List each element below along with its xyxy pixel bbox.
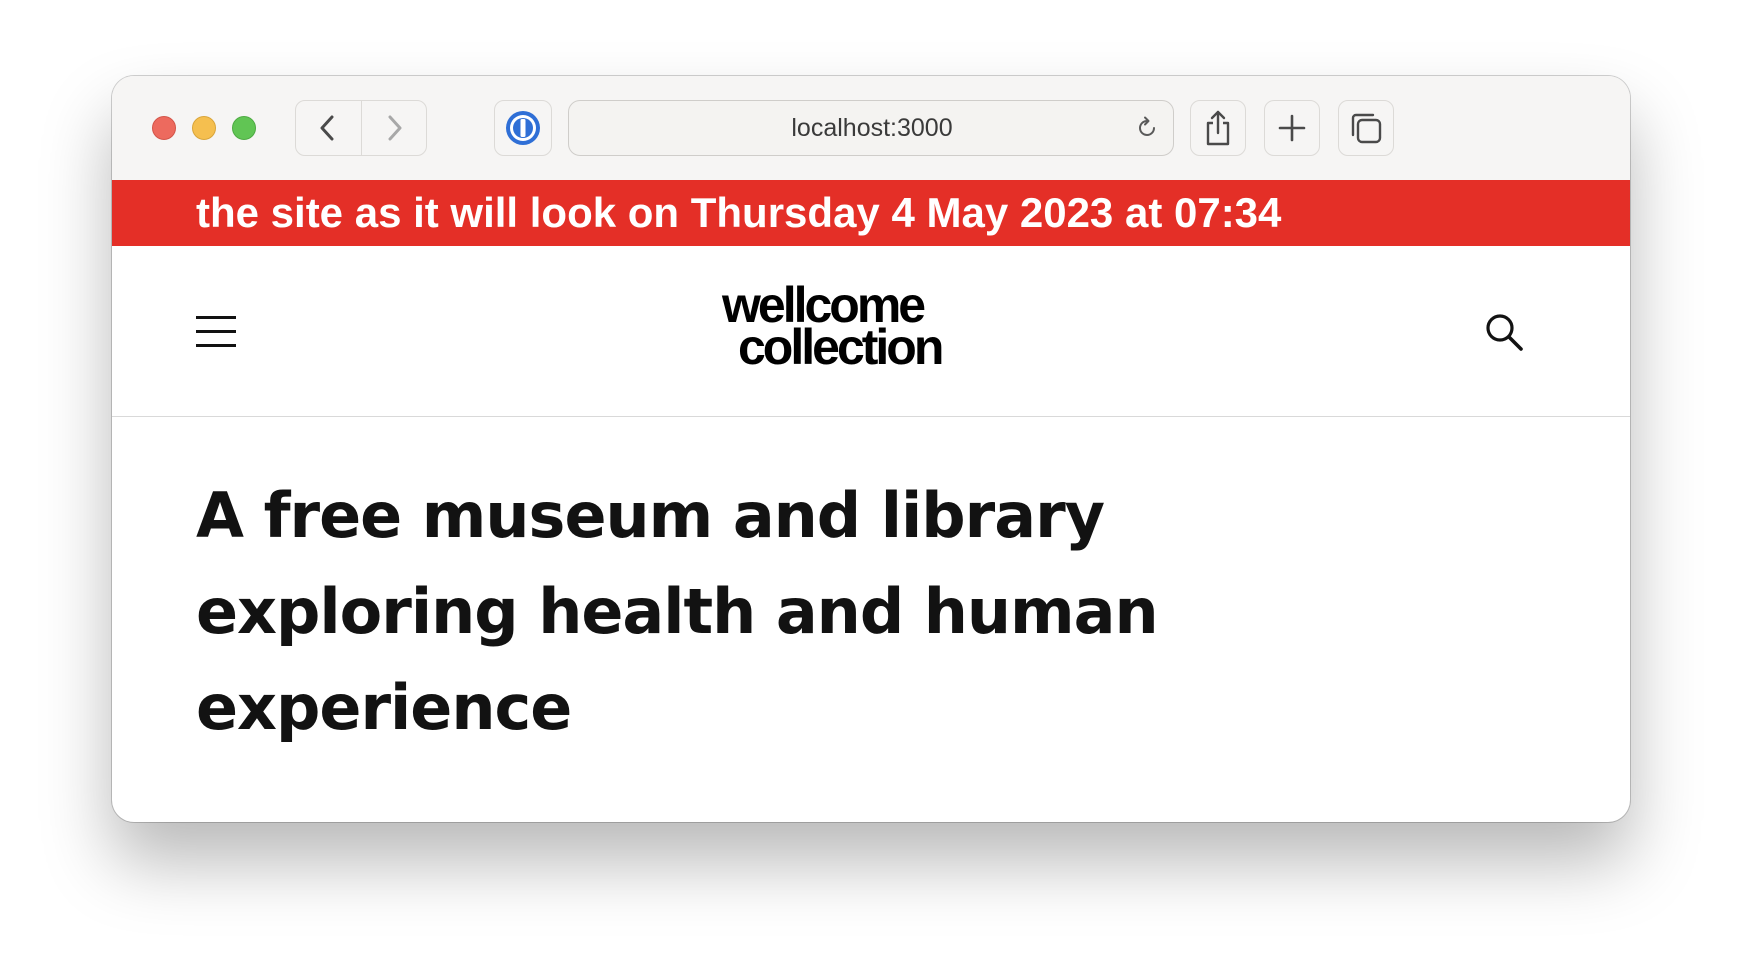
address-bar[interactable]: localhost:3000 [568,100,1174,156]
preview-banner-text: the site as it will look on Thursday 4 M… [196,189,1282,236]
tab-overview-icon [1351,113,1382,144]
hamburger-menu-icon-line [196,330,236,333]
preview-banner: the site as it will look on Thursday 4 M… [112,180,1630,342]
close-window-button[interactable] [152,116,176,140]
search-button[interactable] [1482,310,1526,354]
hamburger-menu-icon [196,316,236,319]
hero-headline: A free museum and library exploring heal… [196,479,1159,744]
forward-button[interactable] [362,101,426,155]
share-icon [1206,110,1230,146]
navigation-buttons [295,100,427,156]
plus-icon [1278,114,1306,142]
chevron-right-icon [388,115,402,141]
url-text[interactable]: localhost:3000 [569,101,1175,155]
search-icon [1486,314,1523,351]
logo-line-2: collection [738,319,944,375]
chevron-left-icon [320,115,334,141]
site-header: wellcome collection [112,246,1630,417]
reload-icon [1139,116,1155,136]
minimize-window-button[interactable] [192,116,216,140]
maximize-window-button[interactable] [232,116,256,140]
password-manager-icon [506,111,540,145]
password-manager-button[interactable] [494,100,552,156]
back-button[interactable] [296,101,360,155]
new-tab-button[interactable] [1264,100,1320,156]
reload-button[interactable] [1133,114,1161,142]
hamburger-menu-icon-line [196,344,236,347]
browser-toolbar: localhost:3000 [112,76,1630,181]
tab-overview-button[interactable] [1338,100,1394,156]
share-button[interactable] [1190,100,1246,156]
browser-window: localhost:3000 the site as it will look … [112,76,1630,822]
hamburger-menu-button[interactable] [196,312,238,352]
wellcome-collection-logo[interactable]: wellcome collection [722,280,1022,384]
